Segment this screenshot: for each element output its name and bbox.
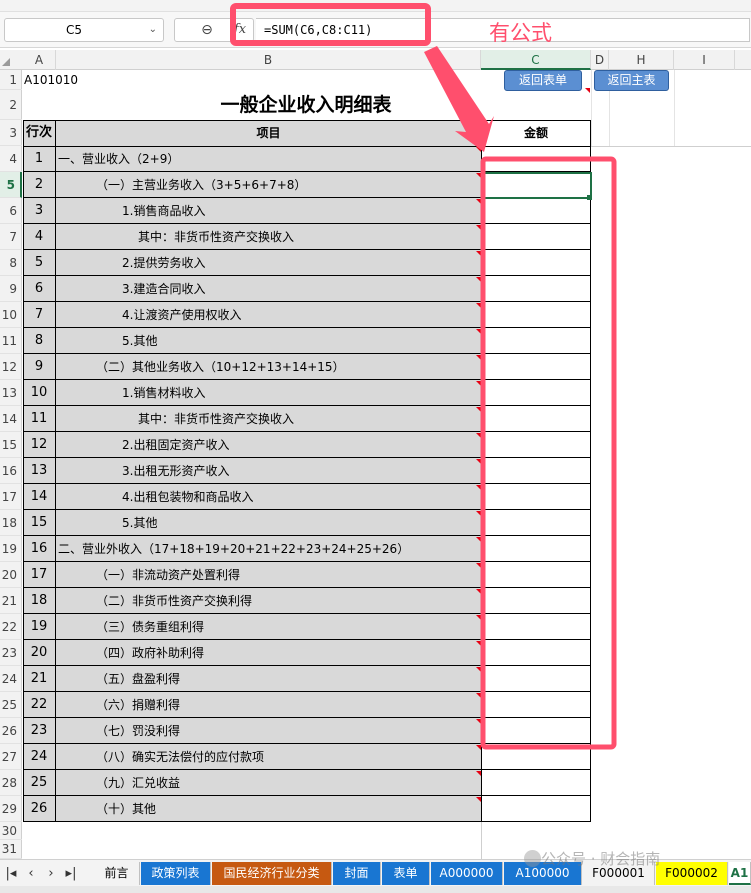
formula-highlight-box xyxy=(230,3,431,46)
amount-column-highlight-box xyxy=(480,156,617,750)
annotation-arrow xyxy=(424,46,494,152)
annotation-overlay xyxy=(230,3,617,750)
